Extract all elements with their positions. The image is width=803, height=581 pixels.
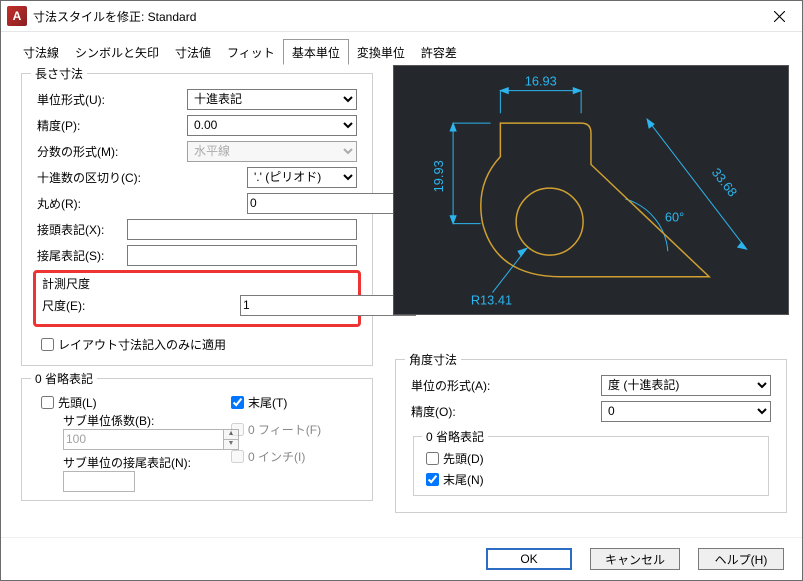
angle-lead-checkbox[interactable]: 先頭(D): [422, 449, 746, 468]
layout-only-label: レイアウト寸法記入のみに適用: [58, 336, 226, 353]
feet-checkbox: 0 フィート(F): [227, 420, 321, 439]
group-zero-suppress: 0 省略表記 先頭(L) サブ単位係数(B): ▲▼: [21, 370, 373, 501]
help-button[interactable]: ヘルプ(H): [698, 548, 784, 570]
trailing-checkbox[interactable]: 末尾(T): [227, 393, 321, 412]
tab-alt-units[interactable]: 変換単位: [349, 40, 413, 64]
group-angle-dim: 角度寸法 単位の形式(A): 度 (十進表記) 精度(O): 0 0 省略表記 …: [395, 351, 787, 513]
precision-select[interactable]: 0.00: [187, 115, 357, 136]
sub-suffix-input: [63, 471, 135, 492]
ok-button[interactable]: OK: [486, 548, 572, 570]
trailing-label: 末尾(T): [248, 394, 287, 411]
svg-text:60°: 60°: [665, 210, 684, 225]
preview-pane: 16.93 19.93 33.68 60°: [393, 65, 789, 315]
layout-only-checkbox[interactable]: レイアウト寸法記入のみに適用: [37, 335, 226, 354]
svg-text:16.93: 16.93: [525, 74, 557, 89]
angle-lead-label: 先頭(D): [443, 450, 484, 467]
inch-label: 0 インチ(I): [248, 448, 305, 465]
angle-trail-label: 末尾(N): [443, 471, 484, 488]
feet-label: 0 フィート(F): [248, 421, 321, 438]
angle-prec-label: 精度(O):: [411, 403, 601, 420]
prefix-input[interactable]: [127, 219, 357, 240]
length-dim-legend: 長さ寸法: [31, 65, 87, 82]
tab-dimline[interactable]: 寸法線: [15, 40, 67, 64]
inch-checkbox: 0 インチ(I): [227, 447, 321, 466]
sub-factor-spinner: ▲▼: [63, 429, 151, 450]
leading-checkbox[interactable]: 先頭(L): [37, 393, 213, 412]
tab-primary-units[interactable]: 基本単位: [283, 39, 349, 65]
angle-format-label: 単位の形式(A):: [411, 377, 601, 394]
svg-text:R13.41: R13.41: [471, 292, 512, 307]
angle-format-select[interactable]: 度 (十進表記): [601, 375, 771, 396]
group-angle-zero: 0 省略表記 先頭(D) 末尾(N): [413, 428, 769, 496]
group-length-dim: 長さ寸法 単位形式(U): 十進表記 精度(P): 0.00 分数の形式(M):…: [21, 65, 373, 366]
scale-spinner[interactable]: ▲▼: [240, 295, 328, 316]
sub-factor-input: [63, 429, 223, 450]
round-label: 丸め(R):: [37, 195, 187, 212]
angle-legend: 角度寸法: [405, 351, 461, 368]
sub-factor-label: サブ単位係数(B):: [63, 412, 227, 429]
close-icon: [774, 11, 785, 22]
round-spinner[interactable]: ▲▼: [247, 193, 357, 214]
fraction-label: 分数の形式(M):: [37, 143, 187, 160]
decimal-sep-select[interactable]: '.' (ピリオド): [247, 167, 357, 188]
sub-factor-down-icon: ▼: [224, 440, 238, 449]
angle-zero-legend: 0 省略表記: [422, 428, 488, 445]
sub-factor-up-icon: ▲: [224, 430, 238, 440]
unit-format-label: 単位形式(U):: [37, 91, 187, 108]
svg-text:33.68: 33.68: [709, 165, 741, 199]
cancel-button[interactable]: キャンセル: [590, 548, 680, 570]
app-icon: A: [7, 6, 27, 26]
unit-format-select[interactable]: 十進表記: [187, 89, 357, 110]
leading-label: 先頭(L): [58, 394, 97, 411]
tab-bar: 寸法線 シンボルと矢印 寸法値 フィット 基本単位 変換単位 許容差: [15, 40, 788, 65]
tab-tolerance[interactable]: 許容差: [413, 40, 465, 64]
prefix-label: 接頭表記(X):: [37, 221, 127, 238]
angle-trail-checkbox[interactable]: 末尾(N): [422, 470, 746, 489]
scale-input[interactable]: [240, 295, 400, 316]
scale-label: 尺度(E):: [42, 297, 240, 314]
sub-suffix-label: サブ単位の接尾表記(N):: [63, 454, 227, 471]
tab-symbols[interactable]: シンボルと矢印: [67, 40, 167, 64]
svg-text:19.93: 19.93: [431, 160, 446, 192]
precision-label: 精度(P):: [37, 117, 187, 134]
round-input[interactable]: [247, 193, 407, 214]
angle-prec-select[interactable]: 0: [601, 401, 771, 422]
close-button[interactable]: [756, 1, 802, 31]
decimal-sep-label: 十進数の区切り(C):: [37, 169, 187, 186]
tab-text[interactable]: 寸法値: [167, 40, 219, 64]
fraction-select: 水平線: [187, 141, 357, 162]
group-scale: 計測尺度 尺度(E): ▲▼: [33, 270, 361, 327]
tab-fit[interactable]: フィット: [219, 40, 283, 64]
suffix-input[interactable]: [127, 245, 357, 266]
suffix-label: 接尾表記(S):: [37, 247, 127, 264]
window-title: 寸法スタイルを修正: Standard: [33, 8, 756, 25]
zero-legend: 0 省略表記: [31, 370, 97, 387]
scale-legend: 計測尺度: [42, 275, 356, 292]
